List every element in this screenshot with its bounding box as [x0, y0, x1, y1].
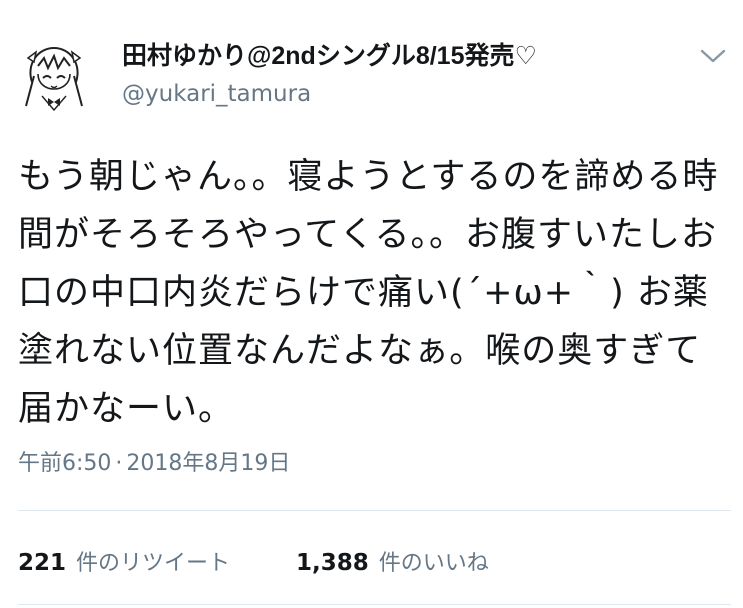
user-handle[interactable]: @yukari_tamura	[122, 78, 537, 110]
retweets-count: 221	[18, 550, 67, 576]
tweet-text: もう朝じゃん。。寝ようとするのを諦める時間がそろそろやってくる。。お腹すいたしお…	[18, 157, 719, 429]
avatar[interactable]	[12, 36, 96, 120]
divider	[18, 604, 731, 605]
tweet-stats: 221 件のリツイート 1,388 件のいいね	[18, 543, 489, 579]
likes-count: 1,388	[296, 550, 369, 576]
timestamp-separator: ·	[115, 451, 123, 476]
divider	[18, 510, 731, 511]
likes-stat[interactable]: 1,388 件のいいね	[296, 545, 489, 577]
chevron-down-icon	[700, 49, 726, 63]
tweet-date: 2018年8月19日	[126, 451, 291, 476]
retweets-label: 件のリツイート	[76, 551, 231, 576]
tweet-time: 午前6:50	[18, 451, 112, 476]
anime-girl-avatar-icon	[25, 46, 83, 112]
retweets-stat[interactable]: 221 件のリツイート	[18, 545, 230, 577]
author-info: 田村ゆかり@2ndシングル8/15発売♡ @yukari_tamura	[122, 40, 537, 110]
tweet-header: 田村ゆかり@2ndシングル8/15発売♡ @yukari_tamura	[0, 0, 743, 130]
more-options-button[interactable]	[698, 44, 728, 68]
tweet-timestamp[interactable]: 午前6:50 · 2018年8月19日	[18, 448, 290, 480]
display-name[interactable]: 田村ゆかり@2ndシングル8/15発売♡	[122, 40, 537, 72]
likes-label: 件のいいね	[378, 551, 489, 576]
